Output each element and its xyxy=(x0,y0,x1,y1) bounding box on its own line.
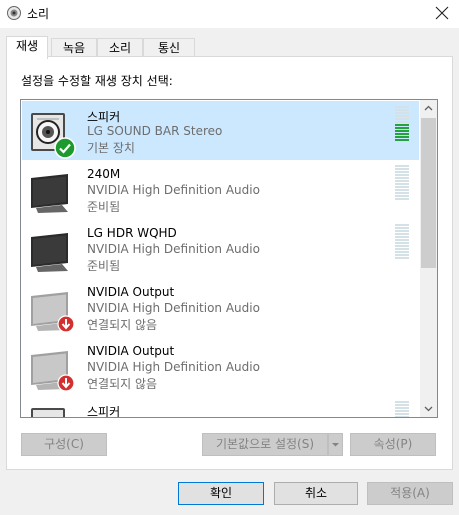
select-device-prompt: 설정을 수정할 재생 장치 선택: xyxy=(21,74,173,88)
device-row-lg-hdr[interactable]: LG HDR WQHD NVIDIA High Definition Audio… xyxy=(22,219,419,278)
device-row-nvidia-output-1[interactable]: NVIDIA Output NVIDIA High Definition Aud… xyxy=(22,278,419,337)
device-description: LG SOUND BAR Stereo xyxy=(87,124,223,138)
disconnected-arrow-icon xyxy=(57,315,75,333)
chevron-down-icon xyxy=(424,406,433,412)
configure-button[interactable]: 구성(C) xyxy=(21,433,107,456)
speaker-app-icon xyxy=(7,6,21,20)
scroll-down-button[interactable] xyxy=(420,400,437,417)
monitor-icon xyxy=(31,233,68,272)
device-status: 연결되지 않음 xyxy=(87,377,158,391)
title-bar: 소리 xyxy=(0,0,459,28)
device-status: 기본 장치 xyxy=(87,141,135,155)
device-row-240m[interactable]: 240M NVIDIA High Definition Audio 준비됨 xyxy=(22,160,419,219)
device-name: 스피커 xyxy=(87,110,121,124)
device-status: 준비됨 xyxy=(87,200,121,214)
device-description: NVIDIA High Definition Audio xyxy=(87,183,260,197)
apply-button[interactable]: 적용(A) xyxy=(367,482,453,505)
chevron-up-icon xyxy=(424,105,433,111)
device-description: NVIDIA High Definition Audio xyxy=(87,360,260,374)
device-name: NVIDIA Output xyxy=(87,285,175,299)
scroll-up-button[interactable] xyxy=(420,100,437,117)
volume-meter xyxy=(395,401,409,417)
volume-meter xyxy=(395,106,409,148)
device-list-scrollbar[interactable] xyxy=(420,100,437,417)
scroll-thumb[interactable] xyxy=(421,118,436,268)
device-name: 240M xyxy=(87,167,121,181)
speaker-icon xyxy=(31,408,65,417)
properties-button[interactable]: 속성(P) xyxy=(350,433,436,456)
set-default-button[interactable]: 기본값으로 설정(S) xyxy=(202,433,328,456)
volume-meter xyxy=(395,165,409,207)
device-status: 준비됨 xyxy=(87,259,121,273)
tab-playback[interactable]: 재생 xyxy=(6,36,48,59)
tab-recording[interactable]: 녹음 xyxy=(51,38,97,58)
tab-communications[interactable]: 통신 xyxy=(143,38,195,58)
cancel-button[interactable]: 취소 xyxy=(274,482,358,505)
default-check-icon xyxy=(54,137,76,159)
device-status: 연결되지 않음 xyxy=(87,318,158,332)
disconnected-arrow-icon xyxy=(57,374,75,392)
device-row-nvidia-output-2[interactable]: NVIDIA Output NVIDIA High Definition Aud… xyxy=(22,337,419,396)
window-title: 소리 xyxy=(27,7,50,21)
device-name: 스피커 xyxy=(87,405,121,418)
device-name: LG HDR WQHD xyxy=(87,226,177,240)
close-icon xyxy=(435,6,449,20)
monitor-icon xyxy=(31,174,68,213)
device-list[interactable]: 스피커 LG SOUND BAR Stereo 기본 장치 240M NVIDI… xyxy=(20,99,438,418)
close-button[interactable] xyxy=(425,0,459,26)
device-description: NVIDIA High Definition Audio xyxy=(87,242,260,256)
chevron-down-icon xyxy=(332,443,339,447)
device-description: NVIDIA High Definition Audio xyxy=(87,301,260,315)
device-row-speaker[interactable]: 스피커 LG SOUND BAR Stereo 기본 장치 xyxy=(22,101,419,160)
ok-button[interactable]: 확인 xyxy=(178,482,264,505)
volume-meter xyxy=(395,224,409,266)
device-row-speaker-2[interactable]: 스피커 xyxy=(22,396,419,418)
set-default-dropdown[interactable] xyxy=(328,433,343,456)
device-name: NVIDIA Output xyxy=(87,344,175,358)
tab-sounds[interactable]: 소리 xyxy=(97,38,143,58)
